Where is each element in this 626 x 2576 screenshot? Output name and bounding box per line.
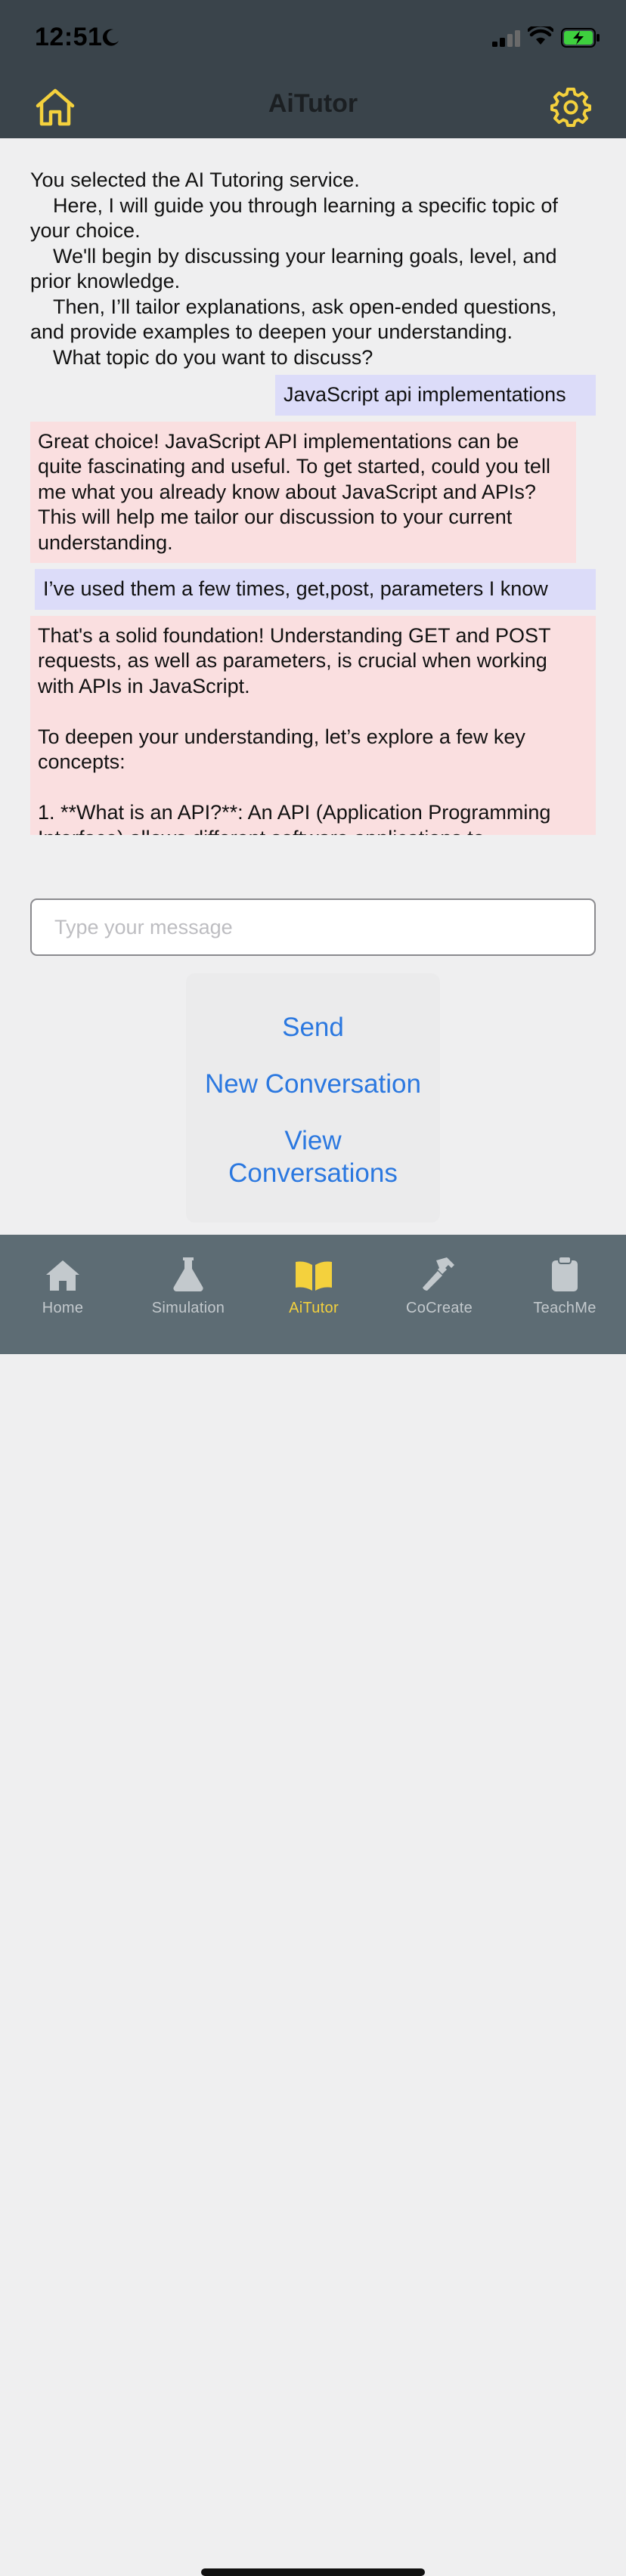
view-conversations-button[interactable]: View Conversations bbox=[186, 1124, 440, 1189]
action-panel: Send New Conversation View Conversations bbox=[186, 973, 440, 1223]
user-message: I’ve used them a few times, get,post, pa… bbox=[35, 569, 596, 610]
house-icon bbox=[46, 1260, 79, 1291]
assistant-message: That's a solid foundation! Understanding… bbox=[30, 615, 596, 835]
page-title: AiTutor bbox=[268, 89, 358, 118]
tab-bar: Home Simulation AiTutor CoCreate TeachMe bbox=[0, 1235, 626, 2576]
tab-label: AiTutor bbox=[289, 1300, 339, 1316]
wifi-icon bbox=[528, 26, 553, 45]
hammer-icon bbox=[423, 1257, 454, 1291]
assistant-message: Great choice! JavaScript API implementat… bbox=[30, 421, 576, 563]
tab-teachme[interactable]: TeachMe bbox=[502, 1245, 626, 1317]
header-bar: 12:51 AiTutor bbox=[0, 0, 626, 138]
intro-message: You selected the AI Tutoring service. He… bbox=[30, 169, 558, 369]
chat-transcript[interactable]: You selected the AI Tutoring service. He… bbox=[30, 168, 596, 860]
tab-label: Home bbox=[42, 1300, 84, 1316]
cellular-signal-icon bbox=[492, 30, 520, 47]
tab-label: CoCreate bbox=[406, 1300, 473, 1316]
tab-aitutor[interactable]: AiTutor bbox=[251, 1245, 377, 1317]
user-message: JavaScript api implementations bbox=[275, 375, 596, 416]
home-indicator bbox=[201, 2568, 425, 2576]
settings-button[interactable] bbox=[550, 86, 591, 127]
send-button[interactable]: Send bbox=[186, 1011, 440, 1044]
tab-label: Simulation bbox=[151, 1300, 225, 1316]
gear-icon bbox=[550, 88, 591, 127]
message-input[interactable] bbox=[30, 898, 596, 956]
status-time: 12:51 bbox=[35, 23, 103, 51]
moon-icon bbox=[102, 29, 119, 46]
open-book-icon bbox=[296, 1261, 332, 1291]
battery-charging-icon bbox=[561, 28, 600, 48]
tab-cocreate[interactable]: CoCreate bbox=[377, 1245, 502, 1317]
tab-label: TeachMe bbox=[533, 1300, 597, 1316]
tab-simulation[interactable]: Simulation bbox=[126, 1245, 251, 1317]
tab-home[interactable]: Home bbox=[0, 1245, 126, 1317]
clipboard-icon bbox=[552, 1256, 578, 1291]
flask-icon bbox=[173, 1257, 203, 1292]
new-conversation-button[interactable]: New Conversation bbox=[186, 1068, 440, 1100]
